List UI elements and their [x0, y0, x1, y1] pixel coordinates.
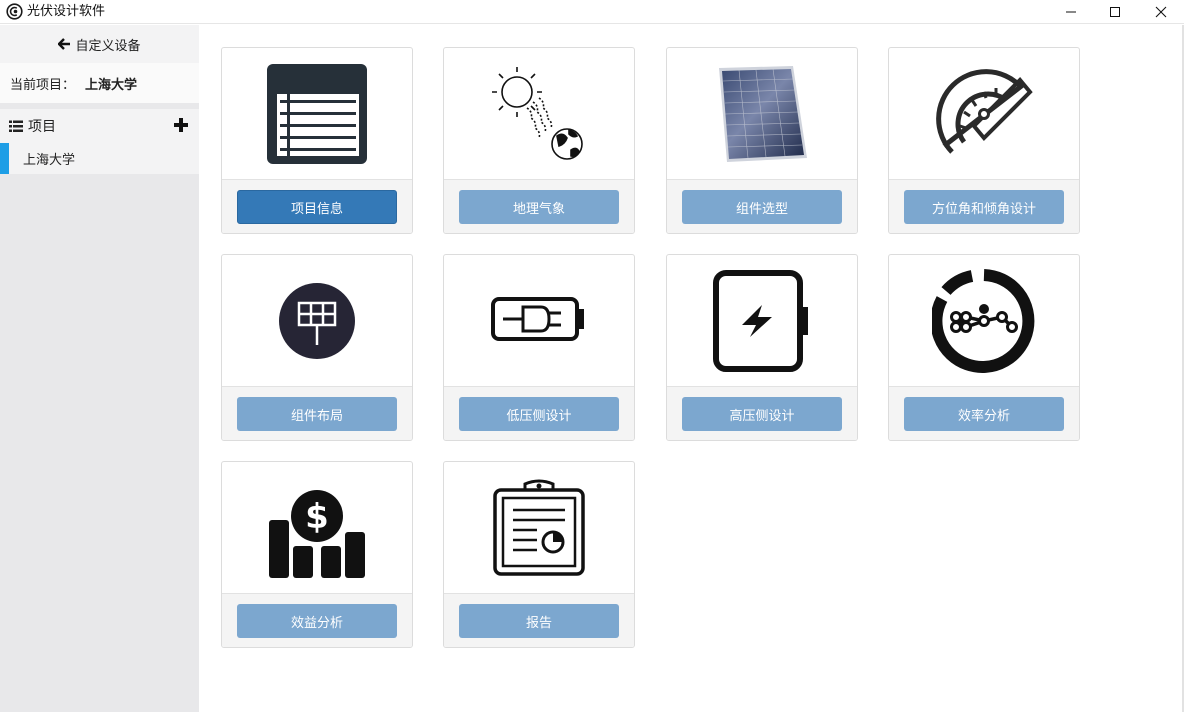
table-icon: [267, 63, 367, 164]
panel-layout-icon: [279, 282, 355, 359]
maximize-icon: [1110, 7, 1120, 17]
lightning-battery-icon: [713, 269, 808, 372]
sun-earth-icon: [492, 66, 583, 160]
list-icon: [9, 120, 23, 132]
card-project-info[interactable]: 项目信息: [221, 47, 413, 234]
card-efficiency-analysis[interactable]: 效率分析: [888, 254, 1080, 441]
selected-indicator: [0, 143, 9, 174]
dollar-bars-icon: $: [269, 489, 365, 578]
low-voltage-design-button[interactable]: 低压侧设计: [459, 397, 619, 431]
sidebar: 自定义设备 当前项目： 上海大学 项目 上海大学: [0, 25, 199, 712]
benefit-analysis-button[interactable]: 效益分析: [237, 604, 397, 638]
project-list-item[interactable]: 上海大学: [0, 143, 199, 174]
azimuth-tilt-design-button[interactable]: 方位角和倾角设计: [904, 190, 1064, 224]
card-module-selection[interactable]: 组件选型: [666, 47, 858, 234]
efficiency-analysis-button[interactable]: 效率分析: [904, 397, 1064, 431]
arrow-left-icon: [58, 38, 71, 50]
close-icon: [1155, 6, 1167, 18]
module-layout-button[interactable]: 组件布局: [237, 397, 397, 431]
card-azimuth-tilt[interactable]: 方位角和倾角设计: [888, 47, 1080, 234]
projects-header-label: 项目: [28, 119, 56, 135]
card-benefit-analysis[interactable]: $ 效益分析: [221, 461, 413, 648]
card-low-voltage-design[interactable]: 低压侧设计: [443, 254, 635, 441]
maximize-button[interactable]: [1092, 0, 1138, 24]
window-title: 光伏设计软件: [27, 4, 106, 19]
current-project-value: 上海大学: [85, 77, 138, 93]
project-item-label: 上海大学: [23, 153, 76, 168]
card-high-voltage-design[interactable]: 高压侧设计: [666, 254, 858, 441]
clipboard-report-icon: [493, 479, 585, 576]
project-info-button[interactable]: 项目信息: [237, 190, 397, 224]
current-project-row: 当前项目： 上海大学: [0, 63, 199, 103]
card-module-layout[interactable]: 组件布局: [221, 254, 413, 441]
solar-panel-icon: [719, 65, 807, 162]
title-bar: 光伏设计软件: [0, 0, 1184, 24]
geo-weather-button[interactable]: 地理气象: [459, 190, 619, 224]
card-geo-weather[interactable]: 地理气象: [443, 47, 635, 234]
card-report[interactable]: 报告: [443, 461, 635, 648]
minimize-button[interactable]: [1048, 0, 1094, 24]
custom-device-back-button[interactable]: 自定义设备: [0, 25, 199, 63]
current-project-label: 当前项目：: [10, 77, 76, 93]
module-selection-button[interactable]: 组件选型: [682, 190, 842, 224]
report-button[interactable]: 报告: [459, 604, 619, 638]
app-logo-icon: [6, 3, 23, 20]
protractor-icon: [936, 68, 1033, 154]
projects-header: 项目: [0, 109, 199, 143]
svg-text:$: $: [305, 497, 329, 537]
plug-battery-icon: [491, 296, 584, 341]
high-voltage-design-button[interactable]: 高压侧设计: [682, 397, 842, 431]
efficiency-chart-icon: [932, 268, 1035, 373]
back-label: 自定义设备: [75, 38, 141, 54]
add-project-icon[interactable]: [174, 118, 188, 132]
close-button[interactable]: [1138, 0, 1184, 24]
minimize-icon: [1066, 11, 1076, 13]
